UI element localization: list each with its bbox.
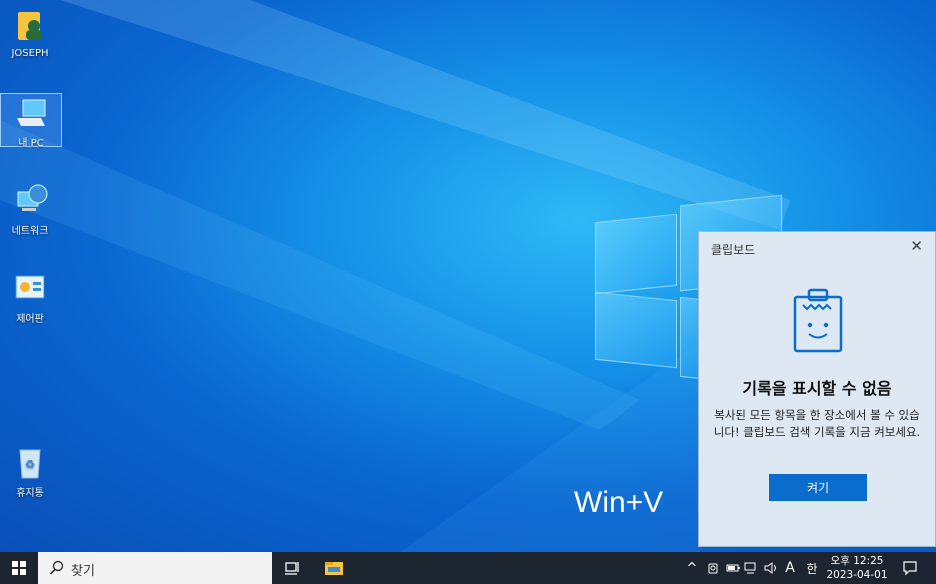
taskbar-clock[interactable]: 오후 12:25 2023-04-01 [826,554,888,582]
network-button[interactable] [742,552,760,584]
desktop-icon-label: 네트워크 [11,226,49,237]
desktop-icon-joseph[interactable]: JOSEPH [0,8,60,59]
desktop-icon-control-panel[interactable]: 제어판 [0,270,60,325]
clipboard-title: 클립보드 [711,243,756,257]
wallpaper-logo-pane-1 [595,213,677,295]
camera-icon [708,563,718,574]
file-explorer-button[interactable] [316,552,352,584]
clipboard-panel: 클립보드 ✕ 기록을 표시할 수 없음 복사된 모든 항목을 한 장소에서 볼 … [698,231,936,547]
volume-button[interactable] [762,552,780,584]
win-v-overlay-text: Win+V [574,486,664,519]
search-placeholder: 찾기 [71,564,95,579]
desktop-icon-label: 내 PC [18,138,44,149]
network-icon [12,182,48,218]
network-status-icon [744,562,756,574]
user-folder-icon [12,8,48,44]
battery-icon [726,564,740,572]
close-icon[interactable]: ✕ [910,237,923,255]
desktop-icon-recycle-bin[interactable]: ♻ 휴지통 [0,444,60,499]
speaker-icon [764,562,776,574]
clipboard-description: 복사된 모든 항목을 한 장소에서 볼 수 있습니다! 클립보드 검색 기록을 … [713,408,921,439]
clipboard-face-icon [793,288,843,353]
control-panel-icon [12,270,48,306]
task-view-button[interactable] [276,552,308,584]
taskbar-search-box[interactable]: 찾기 [38,552,272,584]
tray-app-icon[interactable] [704,552,722,584]
search-icon [49,560,64,575]
wallpaper-logo-pane-3 [595,291,677,369]
desktop-icon-network[interactable]: 네트워크 [0,182,60,237]
turn-on-button[interactable]: 켜기 [769,474,867,501]
taskbar: 찾기 ^ A 한 오후 12:25 2023-04-01 [0,552,936,584]
ime-mode-button[interactable]: 한 [802,552,822,584]
desktop-icon-label: 휴지통 [16,488,44,499]
windows-logo-icon [12,561,26,575]
task-view-icon [285,562,299,575]
notification-center-button[interactable] [898,552,922,584]
show-hidden-icons-button[interactable]: ^ [684,552,700,584]
folder-icon [325,562,343,575]
recycle-bin-icon: ♻ [12,444,48,480]
notification-icon [903,561,917,576]
battery-button[interactable] [724,552,742,584]
desktop-icon-label: 제어판 [16,314,44,325]
desktop-icon-this-pc[interactable]: 내 PC [0,93,62,149]
desktop-icon-label: JOSEPH [11,48,49,59]
clock-time: 오후 12:25 [830,555,884,567]
input-language-button[interactable]: A [782,552,798,584]
this-pc-icon [13,94,49,130]
start-button[interactable] [0,552,38,584]
clipboard-heading: 기록을 표시할 수 없음 [742,379,892,398]
svg-text:♻: ♻ [25,458,35,471]
clock-date: 2023-04-01 [826,569,888,581]
